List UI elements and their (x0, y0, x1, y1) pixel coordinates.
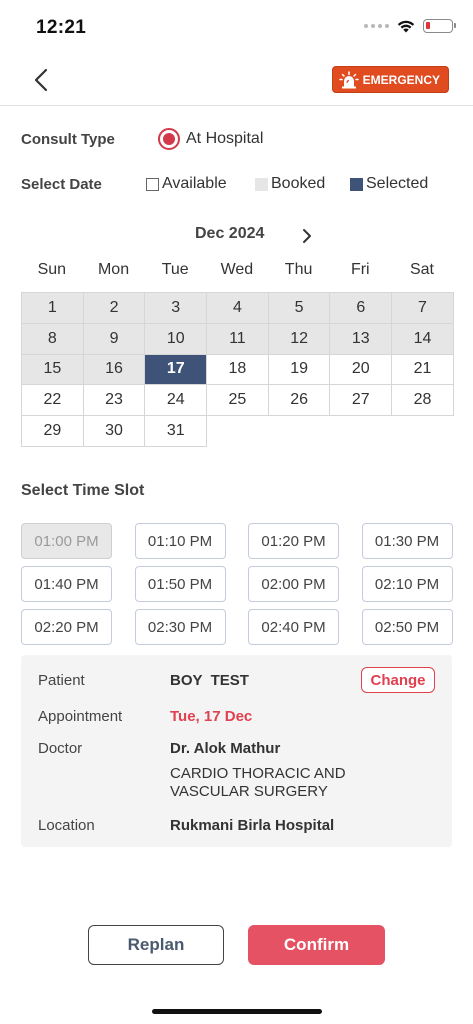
select-time-slot-label: Select Time Slot (21, 482, 145, 499)
calendar-day-17[interactable]: 17 (144, 353, 208, 386)
weekday-sun: Sun (37, 261, 67, 278)
time-slot-button[interactable]: 01:30 PM (361, 523, 453, 559)
calendar-day-21[interactable]: 21 (391, 353, 454, 386)
emergency-button[interactable]: EMERGENCY (331, 66, 449, 93)
doctor-label: Doctor (38, 740, 83, 757)
replan-button[interactable]: Replan (88, 925, 224, 965)
change-patient-button[interactable]: Change (361, 667, 435, 693)
calendar-day-9: 9 (82, 322, 146, 355)
calendar-day-31[interactable]: 31 (144, 415, 208, 447)
calendar-day-27[interactable]: 27 (329, 384, 393, 417)
time-slot-button[interactable]: 02:50 PM (361, 609, 453, 645)
calendar-day-20[interactable]: 20 (329, 353, 393, 386)
calendar-grid: 1 2 3 4 5 6 7 8 9 10 11 12 13 14 15 16 17 18 19 20 21 22 23 24 2… (21, 292, 454, 447)
legend-booked-swatch (255, 177, 268, 191)
time-slot-button[interactable]: 01:50 PM (134, 566, 226, 602)
calendar-day-29[interactable]: 29 (21, 415, 84, 447)
weekday-fri: Fri (350, 261, 370, 278)
calendar-day-28[interactable]: 28 (391, 384, 454, 417)
calendar-day-2: 2 (82, 292, 146, 324)
calendar-day-30[interactable]: 30 (82, 415, 146, 447)
calendar-day-23[interactable]: 23 (82, 384, 146, 417)
calendar-day-5: 5 (267, 292, 331, 324)
signal-icon (364, 24, 389, 28)
patient-value: BOY TEST (170, 672, 249, 689)
month-nav: Dec 2024 (0, 225, 473, 247)
time-slot-grid: 01:00 PM 01:10 PM 01:20 PM 01:30 PM 01:40 PM… (21, 523, 453, 645)
legend-booked: Booked (255, 175, 325, 193)
calendar-day-13: 13 (329, 322, 393, 355)
calendar-day-26[interactable]: 26 (267, 384, 331, 417)
header: EMERGENCY (0, 56, 473, 106)
calendar-day-10: 10 (144, 322, 208, 355)
time-slot-button[interactable]: 02:40 PM (248, 609, 339, 645)
calendar-day-12: 12 (267, 322, 331, 355)
time-slot-button[interactable]: 02:20 PM (21, 609, 112, 645)
time-slot-button[interactable]: 02:10 PM (361, 566, 453, 602)
next-month-button[interactable] (299, 226, 315, 246)
calendar-day-11: 11 (206, 322, 269, 355)
radio-at-hospital[interactable]: At Hospital (158, 128, 263, 150)
emergency-label: EMERGENCY (362, 72, 440, 87)
calendar-day-14: 14 (391, 322, 454, 355)
calendar-day-3: 3 (144, 292, 208, 324)
select-date-label: Select Date (21, 176, 102, 193)
legend-selected-label: Selected (366, 175, 429, 192)
calendar-day-24[interactable]: 24 (144, 384, 208, 417)
battery-icon (423, 19, 456, 33)
back-button[interactable] (30, 66, 54, 94)
chevron-right-icon (303, 229, 311, 243)
status-bar: 12:21 (0, 0, 473, 56)
doctor-name: Dr. Alok Mathur (170, 740, 281, 757)
month-title: Dec 2024 (195, 225, 265, 242)
weekday-wed: Wed (220, 261, 254, 278)
siren-icon (338, 70, 359, 88)
appointment-summary-card: Patient BOY TEST Change Appointment Tue,… (21, 655, 452, 847)
calendar-day-7: 7 (391, 292, 454, 324)
confirm-button[interactable]: Confirm (248, 925, 385, 965)
calendar-day-8: 8 (21, 322, 84, 355)
time-slot-button[interactable]: 02:30 PM (134, 609, 226, 645)
location-label: Location (38, 817, 95, 834)
appointment-value: Tue, 17 Dec (170, 708, 253, 725)
legend-available-swatch (146, 177, 159, 191)
calendar-day-18[interactable]: 18 (206, 353, 269, 386)
legend-available-label: Available (162, 175, 227, 192)
home-indicator (152, 1009, 322, 1014)
doctor-department: CARDIO THORACIC AND VASCULAR SURGERY (170, 765, 346, 800)
consult-type-label: Consult Type (21, 131, 115, 148)
calendar-day-6: 6 (329, 292, 393, 324)
weekday-sat: Sat (409, 261, 434, 278)
wifi-icon (397, 19, 415, 33)
calendar-day-16: 16 (82, 353, 146, 386)
legend-available: Available (146, 175, 227, 193)
legend-booked-label: Booked (271, 175, 326, 192)
time-slot-button[interactable]: 01:40 PM (21, 566, 112, 602)
calendar-day-15: 15 (21, 353, 84, 386)
time-slot-button[interactable]: 02:00 PM (248, 566, 339, 602)
radio-at-hospital-label: At Hospital (186, 130, 264, 147)
weekday-thu: Thu (284, 261, 313, 278)
calendar-day-25[interactable]: 25 (206, 384, 269, 417)
weekday-header: Sun Mon Tue Wed Thu Fri Sat (21, 261, 453, 279)
status-time: 12:21 (36, 17, 87, 38)
legend-selected-swatch (350, 177, 363, 191)
legend-selected: Selected (350, 175, 428, 193)
calendar-day-22[interactable]: 22 (21, 384, 84, 417)
appointment-label: Appointment (38, 708, 123, 725)
radio-button-icon (158, 128, 180, 150)
time-slot-button: 01:00 PM (21, 523, 112, 559)
calendar-day-19[interactable]: 19 (267, 353, 331, 386)
calendar-day-1: 1 (21, 292, 84, 324)
status-indicators (364, 19, 456, 33)
location-value: Rukmani Birla Hospital (170, 817, 335, 834)
weekday-mon: Mon (97, 261, 130, 278)
time-slot-button[interactable]: 01:20 PM (248, 523, 339, 559)
weekday-tue: Tue (161, 261, 189, 278)
calendar-day-4: 4 (206, 292, 269, 324)
chevron-left-icon (34, 68, 48, 92)
time-slot-button[interactable]: 01:10 PM (134, 523, 226, 559)
patient-label: Patient (38, 672, 85, 689)
